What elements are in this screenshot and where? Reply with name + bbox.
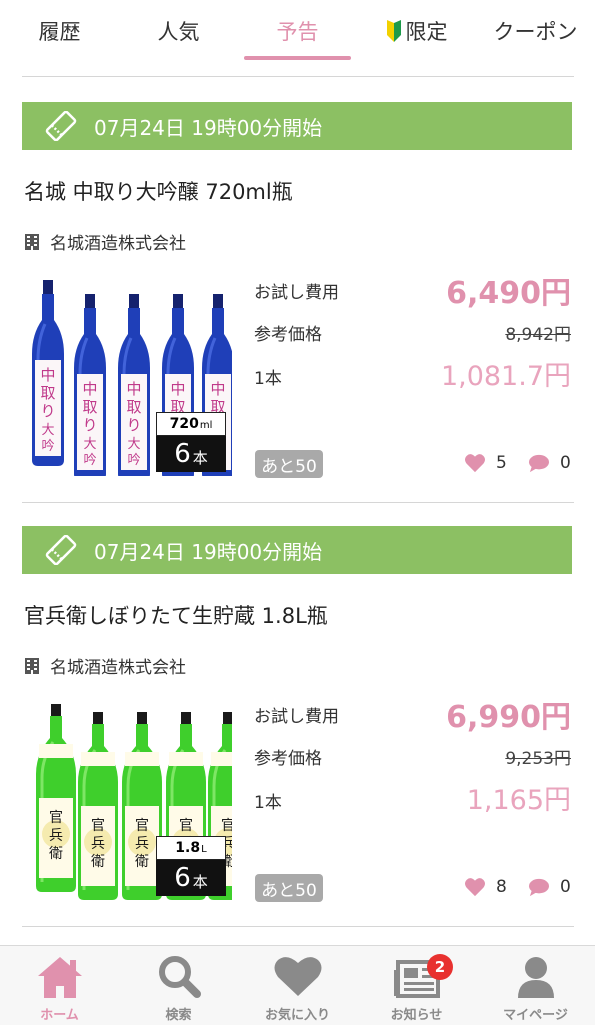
unit-price: 1,165円 [466, 785, 571, 816]
volume-tag: 720 ml [156, 412, 226, 436]
remaining-badge: あと50 [255, 450, 323, 478]
start-time-banner: 07月24日 19時00分開始 [22, 102, 572, 150]
tab-coupon[interactable]: クーポン [476, 0, 595, 62]
tab-limited[interactable]: 限定 [357, 0, 476, 62]
brewery[interactable]: 名城酒造株式会社 [24, 229, 186, 254]
unit-price-label: 1本 [254, 369, 282, 389]
ticket-icon [45, 535, 77, 565]
trial-price-label: お試し費用 [254, 707, 339, 727]
reference-price: 8,942円 [505, 325, 571, 345]
trial-price-label: お試し費用 [254, 283, 339, 303]
comment-icon [529, 454, 549, 473]
nav-notifications[interactable]: 2 お知らせ [357, 946, 476, 1025]
card-divider [22, 926, 574, 927]
comment-icon [529, 878, 549, 897]
comment-count[interactable]: 0 [528, 877, 571, 897]
category-tabs: 履歴 人気 予告 限定 クーポン [0, 0, 595, 62]
nav-search[interactable]: 検索 [119, 946, 238, 1025]
like-count[interactable]: 5 [464, 453, 507, 473]
brewery[interactable]: 名城酒造株式会社 [24, 653, 186, 678]
unit-price-label: 1本 [254, 793, 282, 813]
product-title[interactable]: 官兵衛しぼりたて生貯蔵 1.8L瓶 [24, 600, 328, 630]
comment-count[interactable]: 0 [528, 453, 571, 473]
search-icon [158, 956, 201, 998]
tab-history[interactable]: 履歴 [0, 0, 119, 62]
nav-favorites[interactable]: お気に入り [238, 946, 357, 1025]
like-count[interactable]: 8 [464, 877, 507, 897]
tab-popular[interactable]: 人気 [119, 0, 238, 62]
notification-badge: 2 [427, 954, 453, 980]
bottle-count-tag: 6本 [156, 860, 226, 896]
trial-price: 6,490円 [446, 276, 571, 311]
nav-home[interactable]: ホーム [0, 946, 119, 1025]
ticket-icon [45, 111, 77, 141]
card-divider [22, 502, 574, 503]
product-title[interactable]: 名城 中取り大吟醸 720ml瓶 [24, 176, 293, 206]
heart-icon [274, 957, 321, 996]
bottle-count-tag: 6本 [156, 436, 226, 472]
volume-tag: 1.8 L [156, 836, 226, 860]
heart-icon [465, 454, 485, 473]
nav-mypage[interactable]: マイページ [476, 946, 595, 1025]
remaining-badge: あと50 [255, 874, 323, 902]
product-image[interactable]: 官 兵 衛 1.8L 6本 [28, 700, 232, 900]
reference-price-label: 参考価格 [254, 325, 322, 345]
home-icon [37, 957, 82, 998]
bottom-nav: ホーム 検索 お気に入り 2 お知らせ マイページ [0, 945, 595, 1025]
building-icon [25, 657, 39, 674]
reference-price: 9,253円 [505, 749, 571, 769]
beginner-mark-icon [386, 20, 401, 42]
reference-price-label: 参考価格 [254, 749, 322, 769]
tabs-divider [22, 76, 574, 77]
person-icon [517, 957, 554, 998]
heart-icon [465, 878, 485, 897]
trial-price: 6,990円 [446, 700, 571, 735]
product-image[interactable]: 中 取 り 大 吟 720ml 6本 [28, 276, 232, 476]
tab-upcoming[interactable]: 予告 [238, 0, 357, 62]
unit-price: 1,081.7円 [440, 361, 571, 392]
start-time-banner: 07月24日 19時00分開始 [22, 526, 572, 574]
building-icon [25, 233, 39, 250]
